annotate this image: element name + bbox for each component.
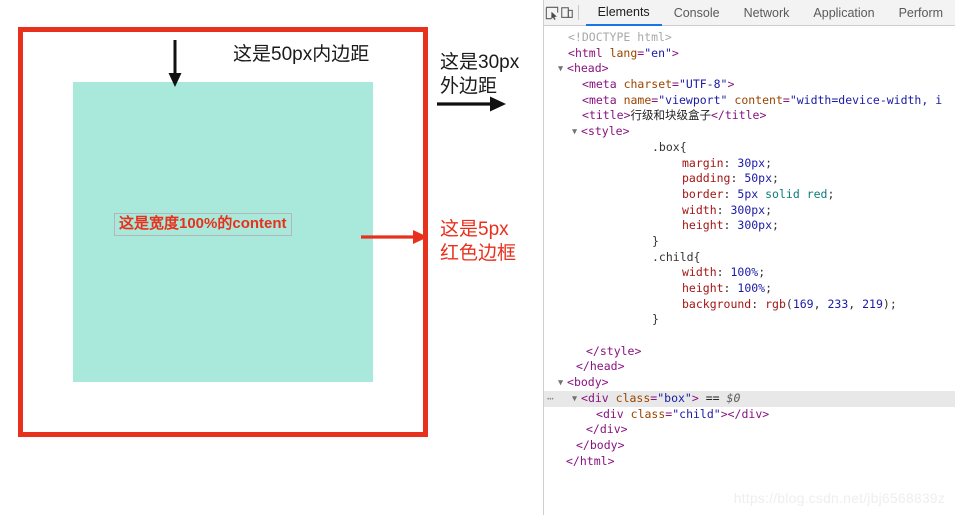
- expand-triangle-box-icon[interactable]: ▼: [572, 392, 581, 408]
- code-line-body-close: </body>: [576, 437, 625, 452]
- toolbar-divider: [578, 5, 579, 20]
- code-line-css-child-background: background: rgb(169, 233, 219);: [682, 296, 897, 311]
- code-line-title: <title>行级和块级盒子</title>: [582, 108, 767, 123]
- expand-triangle-body-icon[interactable]: ▼: [558, 376, 567, 392]
- code-line-meta-viewport: <meta name="viewport" content="width=dev…: [582, 92, 943, 107]
- inspect-element-icon: [545, 6, 558, 20]
- code-line-css-child-selector: .child{: [652, 249, 701, 264]
- tab-network[interactable]: Network: [732, 0, 802, 26]
- tab-application[interactable]: Application: [801, 0, 886, 26]
- code-line-div-close: </div>: [586, 422, 628, 437]
- tab-elements[interactable]: Elements: [585, 0, 662, 26]
- rendered-page-pane: 这是宽度100%的content 这是50px内边距 这是30px 外边距 这是…: [0, 0, 543, 515]
- margin-annotation-line1: 这是30px: [440, 52, 520, 73]
- code-line-css-child-close: }: [652, 312, 659, 327]
- code-line-html-close: </html>: [566, 453, 615, 468]
- code-line-head-close: </head>: [576, 359, 625, 374]
- code-line-style-close: </style>: [586, 343, 642, 358]
- content-width-label: 这是宽度100%的content: [114, 213, 292, 236]
- devtools-toolbar: Elements Console Network Application Per…: [544, 0, 955, 26]
- border-annotation-line2: 红色边框: [440, 243, 517, 264]
- code-line-head-open[interactable]: ▼ <head>: [544, 61, 955, 77]
- code-line-css-border: border: 5px solid red;: [682, 186, 835, 201]
- border-annotation-label: 这是5px 红色边框: [440, 218, 516, 266]
- padding-annotation-label: 这是50px内边距: [233, 44, 370, 65]
- child-element: 这是宽度100%的content: [73, 82, 373, 382]
- border-annotation-line1: 这是5px: [440, 219, 509, 240]
- inspect-element-button[interactable]: [544, 1, 559, 25]
- selected-node-marker: $0: [726, 390, 741, 405]
- device-toolbar-button[interactable]: [559, 1, 574, 25]
- code-line-css-padding: padding: 50px;: [682, 171, 779, 186]
- code-line-div-child[interactable]: <div class="child"></div>: [544, 407, 955, 423]
- code-line-meta-charset: <meta charset="UTF-8">: [582, 77, 735, 92]
- watermark-text: https://blog.csdn.net/jbj6568839z: [733, 490, 945, 507]
- code-line-css-child-height: height: 100%;: [682, 281, 773, 295]
- code-line-css-child-width: width: 100%;: [682, 265, 766, 280]
- page-title-text: 行级和块级盒子: [630, 108, 712, 123]
- expand-triangle-head-icon[interactable]: ▼: [558, 62, 567, 78]
- tab-console[interactable]: Console: [662, 0, 732, 26]
- code-line-body-open[interactable]: ▼ <body>: [544, 375, 955, 391]
- code-line-html-open: <html lang="en">: [568, 45, 679, 60]
- margin-arrow-right-icon: [437, 96, 506, 112]
- more-options-icon[interactable]: ⋯: [547, 391, 555, 407]
- devtools-tabs: Elements Console Network Application Per…: [585, 0, 955, 26]
- tab-performance[interactable]: Perform: [887, 0, 955, 26]
- code-line-css-height: height: 300px;: [682, 218, 779, 233]
- margin-annotation-label: 这是30px 外边距: [440, 51, 519, 99]
- border-arrow-right-icon: [361, 230, 428, 244]
- code-line-style-open[interactable]: ▼ <style>: [544, 124, 955, 140]
- screenshot-root: 这是宽度100%的content 这是50px内边距 这是30px 外边距 这是…: [0, 0, 955, 515]
- code-line-div-box-selected[interactable]: ⋯ ▼ <div class="box"> == $0: [544, 390, 955, 408]
- code-line-css-box-close: }: [652, 233, 659, 248]
- elements-tree[interactable]: <!DOCTYPE html> <html lang="en"> ▼ <head>…: [544, 26, 955, 515]
- expand-triangle-style-icon[interactable]: ▼: [572, 125, 581, 141]
- padding-arrow-down-icon: [168, 40, 182, 87]
- code-line-css-box-selector: .box{: [652, 139, 687, 154]
- devtools-panel: Elements Console Network Application Per…: [543, 0, 955, 515]
- code-line-css-margin: margin: 30px;: [682, 155, 773, 170]
- code-line-doctype: <!DOCTYPE html>: [568, 30, 672, 44]
- code-line-css-width: width: 300px;: [682, 202, 773, 217]
- device-toolbar-icon: [560, 6, 573, 18]
